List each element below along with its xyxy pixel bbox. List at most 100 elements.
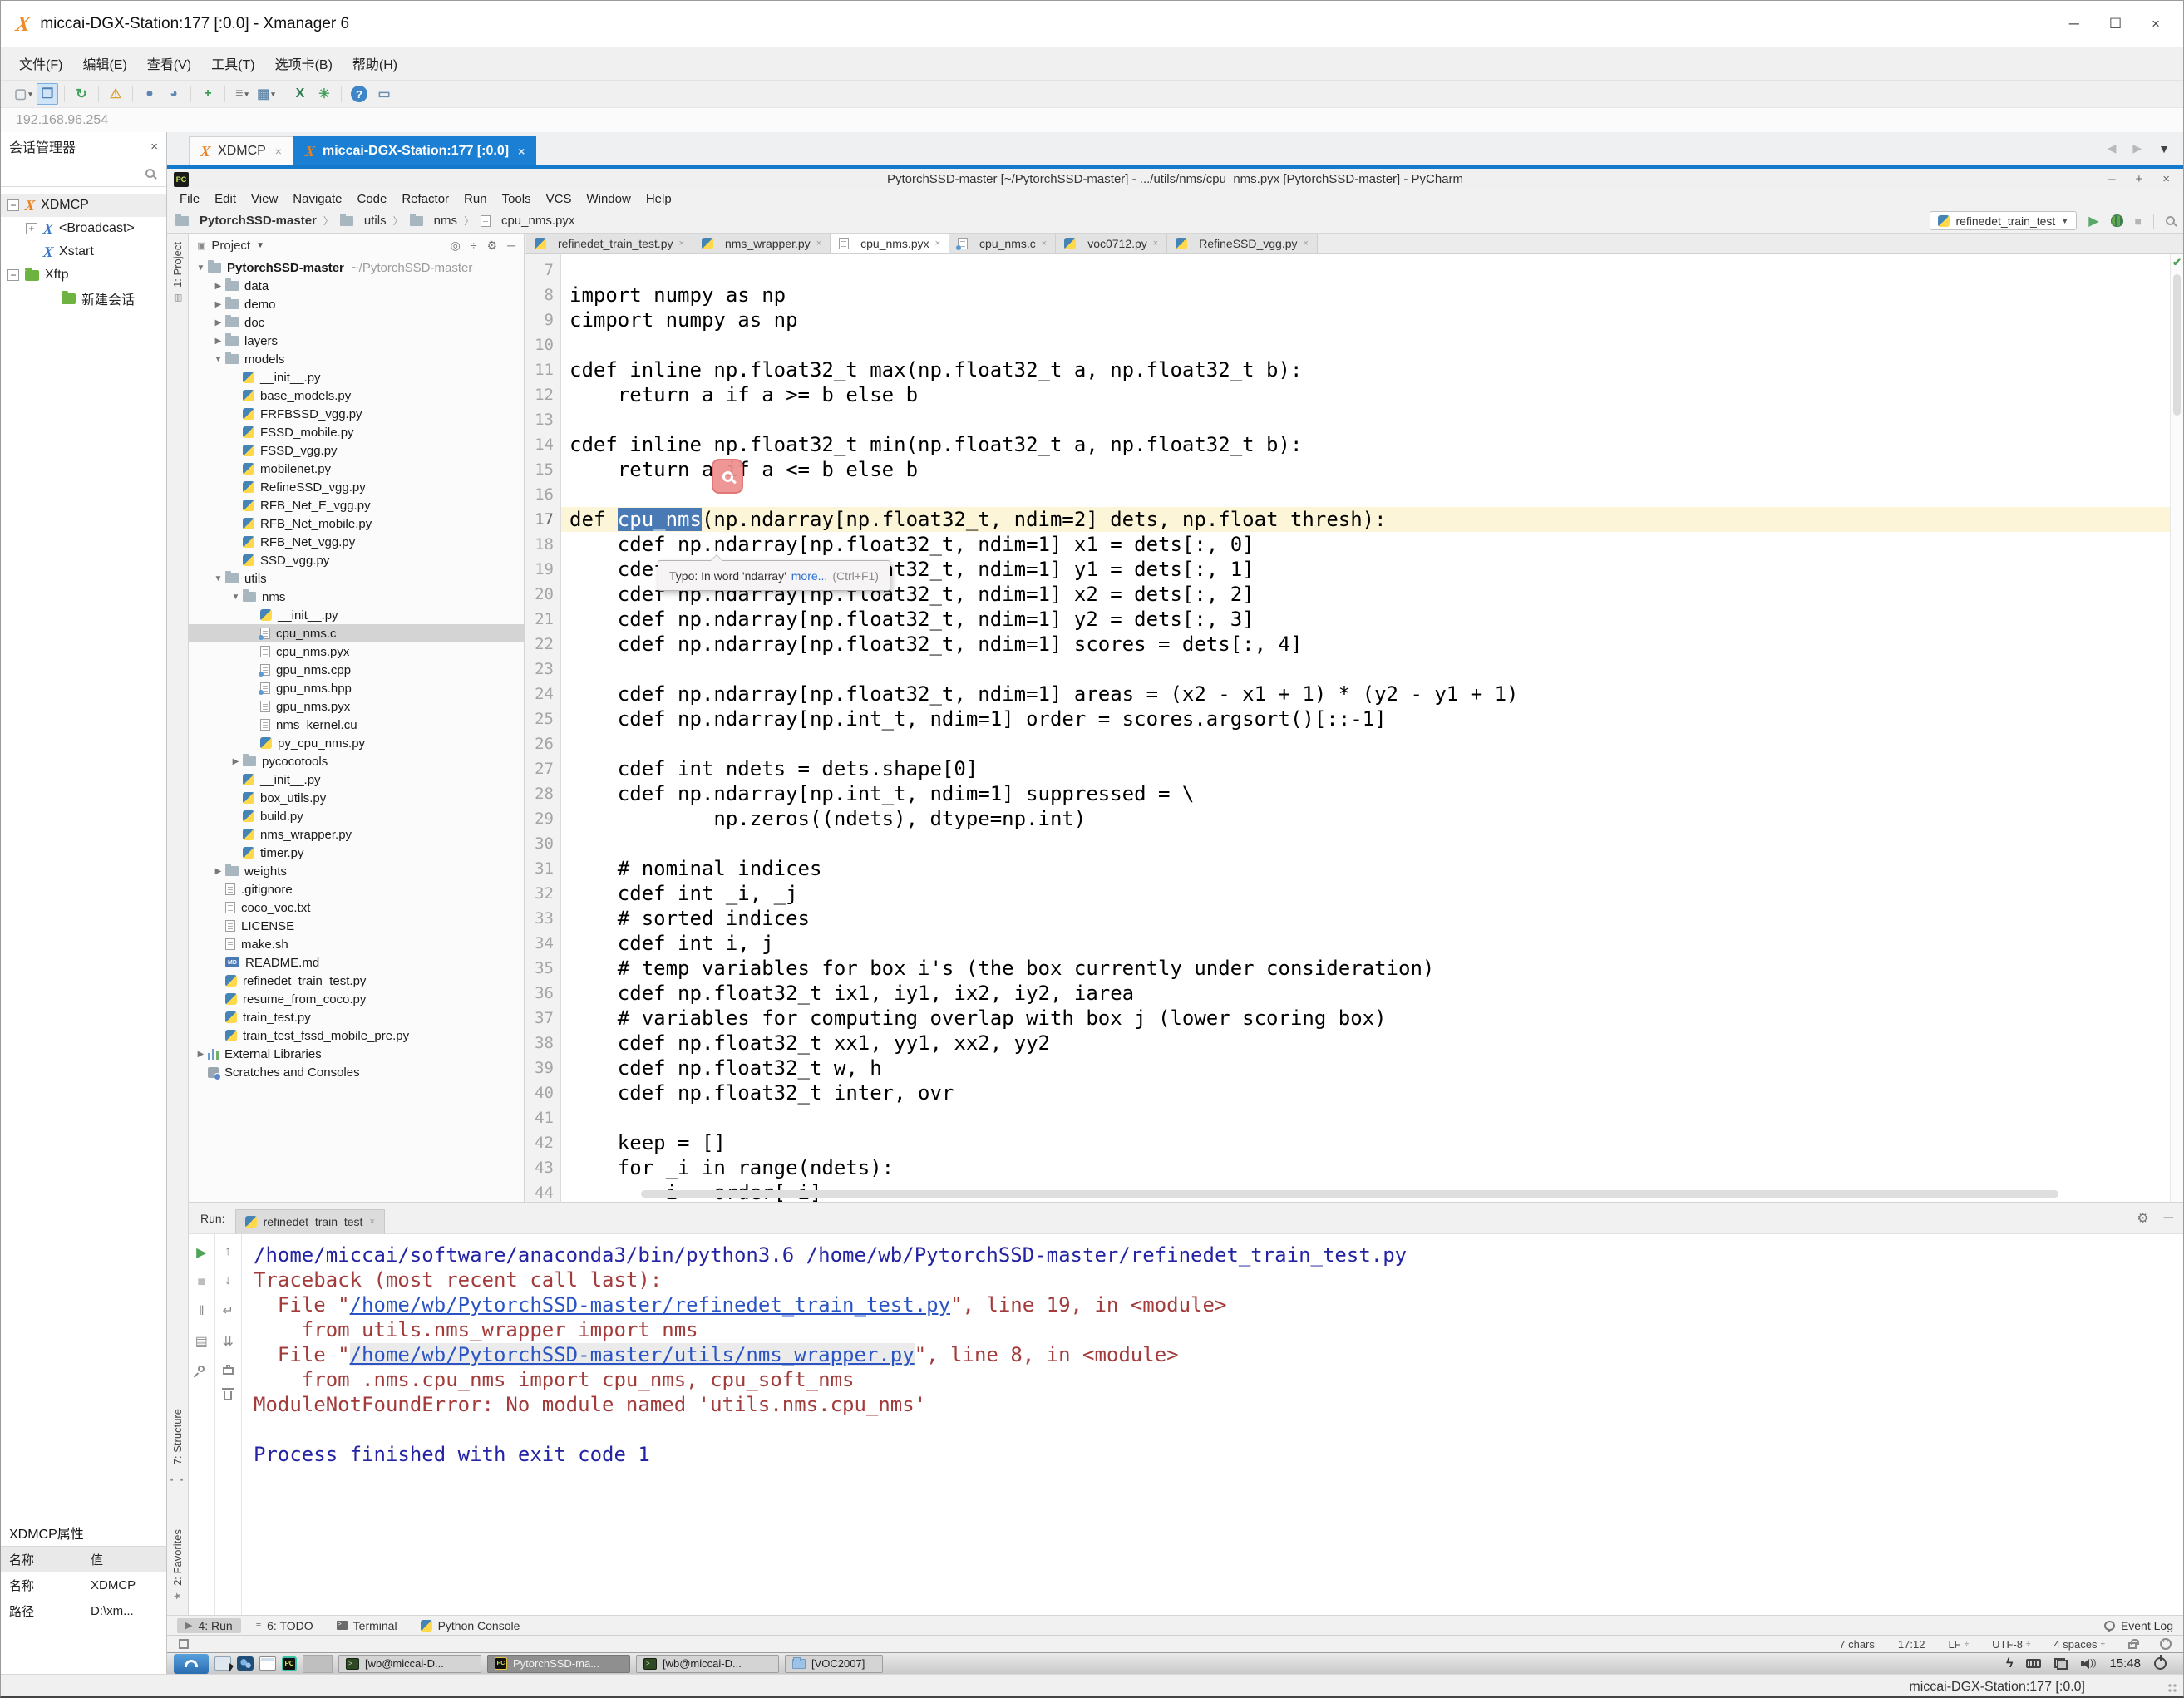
debug-button[interactable] — [2111, 214, 2123, 227]
tree-row[interactable]: ▶layers — [189, 332, 524, 350]
minimize-icon[interactable]: ─ — [2069, 16, 2079, 32]
pycharm-menu-item[interactable]: View — [244, 192, 285, 206]
tab-scroll-right-icon[interactable]: ▶ — [2132, 141, 2142, 155]
menu-item[interactable]: 查看(V) — [137, 48, 201, 78]
breadcrumb[interactable]: PytorchSSD-master — [175, 214, 317, 228]
tree-row[interactable]: RFB_Net_E_vgg.py — [189, 496, 524, 514]
tree-row[interactable]: ▶pycocotools — [189, 752, 524, 770]
breadcrumb[interactable]: utils — [340, 214, 387, 228]
taskbar-window-button[interactable]: >[wb@miccai-D... — [338, 1655, 481, 1673]
keyboard-layout-icon[interactable] — [2026, 1659, 2041, 1668]
toolwindow-button-run[interactable]: ▶4: Run — [177, 1618, 241, 1633]
stacktrace-link[interactable]: /home/wb/PytorchSSD-master/utils/nms_wra… — [350, 1343, 915, 1366]
battery-lightning-icon[interactable]: ϟ — [2006, 1656, 2013, 1671]
pycharm-maximize-icon[interactable]: + — [2135, 172, 2142, 186]
pycharm-menu-item[interactable]: Edit — [207, 192, 244, 206]
collapse-icon[interactable]: − — [7, 269, 19, 281]
tree-row[interactable]: ▼models — [189, 350, 524, 368]
tree-row[interactable]: nms_kernel.cu — [189, 716, 524, 734]
collapse-arrow-icon[interactable]: ▼ — [229, 593, 243, 602]
run-hide-icon[interactable]: ─ — [2164, 1211, 2173, 1226]
refresh-icon[interactable]: ↻ — [71, 83, 92, 105]
locate-icon[interactable]: ◎ — [451, 239, 461, 253]
collapse-arrow-icon[interactable]: ▼ — [211, 574, 225, 583]
address-bar[interactable]: 192.168.96.254 — [1, 107, 2183, 132]
tree-row[interactable]: FRFBSSD_vgg.py — [189, 405, 524, 423]
taskbar-window-button[interactable]: [VOC2007] — [785, 1655, 883, 1673]
tab-close-icon[interactable]: × — [1042, 239, 1047, 249]
tree-row[interactable]: SSD_vgg.py — [189, 551, 524, 569]
tree-row[interactable]: RefineSSD_vgg.py — [189, 478, 524, 496]
tab-close-icon[interactable]: × — [679, 239, 684, 249]
stop-button[interactable]: ■ — [2135, 214, 2142, 228]
tree-row[interactable]: build.py — [189, 807, 524, 825]
tree-row[interactable]: MDREADME.md — [189, 953, 524, 972]
tree-row[interactable]: ▼utils — [189, 569, 524, 588]
stop-icon[interactable]: ■ — [197, 1275, 205, 1290]
tree-row[interactable]: cpu_nms.c — [189, 624, 524, 642]
new-session-icon[interactable]: ▢▾ — [12, 83, 34, 105]
editor-tab[interactable]: RefineSSD_vgg.py× — [1167, 234, 1318, 253]
pycharm-menu-item[interactable]: Help — [638, 192, 679, 206]
pycharm-menu-item[interactable]: Navigate — [285, 192, 349, 206]
restore-layout-icon[interactable]: ▤ — [195, 1333, 208, 1350]
tree-row[interactable]: ▼nms — [189, 588, 524, 606]
tree-row[interactable]: FSSD_mobile.py — [189, 423, 524, 441]
tree-row[interactable]: ▶data — [189, 277, 524, 295]
event-log-button[interactable]: Event Log — [2104, 1619, 2173, 1632]
alert-icon[interactable]: ⚠ — [105, 83, 126, 105]
tree-row[interactable]: __init__.py — [189, 770, 524, 789]
toolwindow-button-console[interactable]: Python Console — [412, 1618, 529, 1633]
run-console-output[interactable]: /home/miccai/software/anaconda3/bin/pyth… — [242, 1234, 2183, 1615]
status-segment[interactable]: UTF-8÷ — [1992, 1638, 2030, 1651]
tree-row[interactable]: coco_voc.txt — [189, 898, 524, 917]
power-icon[interactable] — [2154, 1657, 2167, 1670]
tree-row[interactable]: __init__.py — [189, 606, 524, 624]
tree-row[interactable]: RFB_Net_vgg.py — [189, 533, 524, 551]
taskbar-window-button[interactable]: >[wb@miccai-D... — [636, 1655, 779, 1673]
status-segment[interactable]: 7 chars — [1839, 1638, 1875, 1651]
terminal-launcher-icon[interactable] — [259, 1654, 276, 1674]
toolwindow-structure-button[interactable]: ▪▪7: Structure — [171, 1409, 184, 1489]
tree-row[interactable]: train_test.py — [189, 1008, 524, 1026]
tree-row[interactable]: mobilenet.py — [189, 460, 524, 478]
list-view-icon[interactable]: ≡▾ — [231, 83, 253, 105]
expand-arrow-icon[interactable]: ▶ — [211, 337, 225, 346]
status-segment[interactable]: LF÷ — [1948, 1638, 1969, 1651]
tree-row[interactable]: py_cpu_nms.py — [189, 734, 524, 752]
pycharm-launcher-icon[interactable]: PC — [282, 1654, 297, 1674]
tree-row[interactable]: make.sh — [189, 935, 524, 953]
tab-close-icon[interactable]: × — [935, 239, 940, 249]
maximize-icon[interactable]: ☐ — [2109, 16, 2122, 32]
rerun-icon[interactable]: ▶ — [196, 1244, 206, 1261]
session-search-input[interactable] — [1, 160, 166, 187]
tree-row[interactable]: box_utils.py — [189, 789, 524, 807]
tab-close-icon[interactable]: × — [1304, 239, 1309, 249]
tree-row[interactable]: ▶External Libraries — [189, 1045, 524, 1063]
pycharm-menu-item[interactable]: Run — [456, 192, 495, 206]
pycharm-menu-item[interactable]: Refactor — [394, 192, 456, 206]
session-item-xdmcp[interactable]: −XXDMCP — [1, 194, 166, 217]
pause-icon[interactable]: ‖ — [199, 1304, 205, 1319]
editor-tab[interactable]: refinedet_train_test.py× — [526, 234, 693, 253]
pin-icon[interactable] — [197, 1364, 206, 1373]
capture-icon[interactable]: ● — [139, 83, 160, 105]
editor-tab[interactable]: nms_wrapper.py× — [693, 234, 831, 253]
menu-item[interactable]: 工具(T) — [201, 48, 264, 78]
tree-row[interactable]: Scratches and Consoles — [189, 1063, 524, 1081]
status-segment[interactable]: 4 spaces÷ — [2053, 1638, 2105, 1651]
tree-row[interactable]: ▶demo — [189, 295, 524, 313]
pycharm-menu-item[interactable]: VCS — [539, 192, 579, 206]
tab-close-icon[interactable]: × — [1153, 239, 1158, 249]
expand-arrow-icon[interactable]: ▶ — [229, 757, 243, 766]
status-segment[interactable]: 17:12 — [1898, 1638, 1925, 1651]
new-window-icon[interactable]: ❒ — [37, 83, 58, 105]
close-icon[interactable]: × — [2152, 16, 2160, 32]
run-settings-gear-icon[interactable]: ⚙ — [2137, 1210, 2148, 1227]
pycharm-close-icon[interactable]: × — [2162, 172, 2170, 186]
breadcrumb[interactable]: cpu_nms.pyx — [481, 214, 574, 228]
tree-row[interactable]: train_test_fssd_mobile_pre.py — [189, 1026, 524, 1045]
tab-list-dropdown-icon[interactable]: ▼ — [2158, 142, 2170, 155]
tree-row[interactable]: resume_from_coco.py — [189, 990, 524, 1008]
expand-icon[interactable]: + — [26, 223, 37, 234]
